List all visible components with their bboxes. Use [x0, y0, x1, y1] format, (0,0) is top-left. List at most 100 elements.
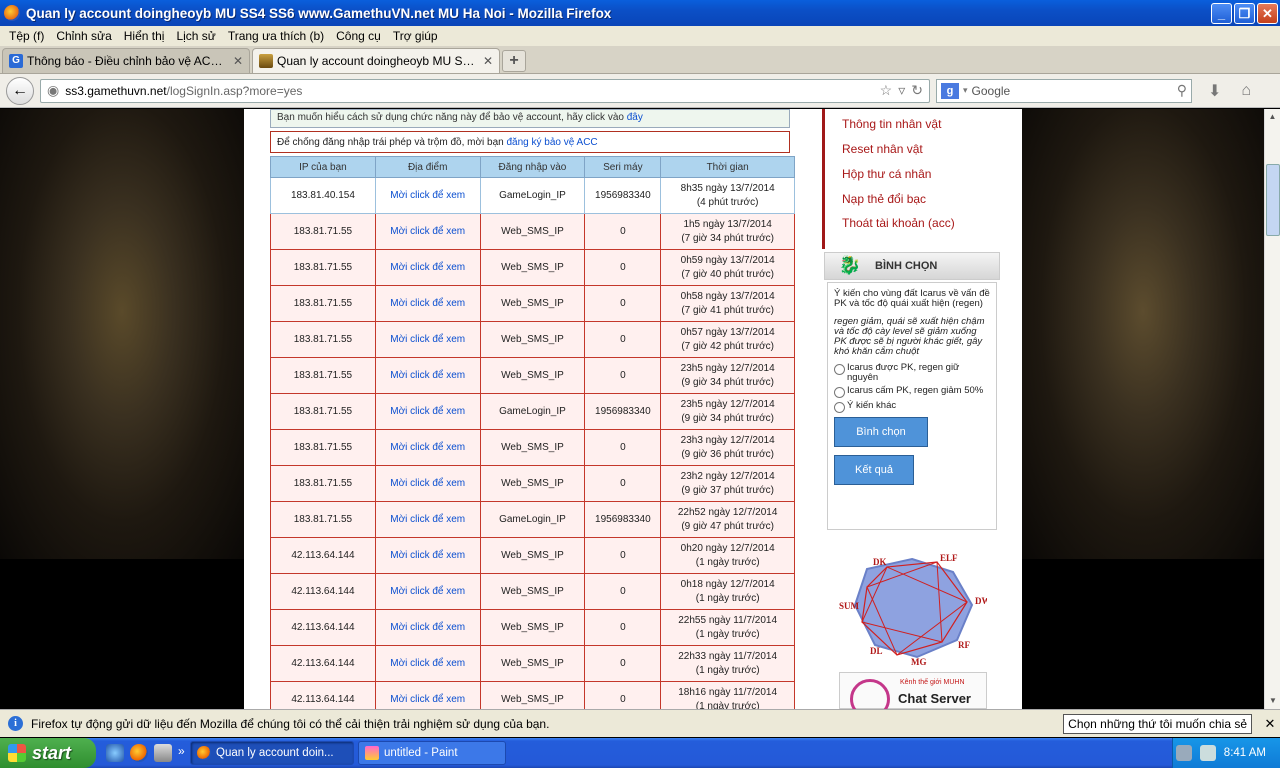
- account-menu: Thông tin nhân vật Reset nhân vật Hộp th…: [822, 109, 1000, 249]
- vertical-scrollbar[interactable]: ▲ ▼: [1264, 109, 1280, 709]
- radio-button[interactable]: [834, 402, 845, 413]
- radio-button[interactable]: [834, 364, 845, 375]
- tray-app-icon[interactable]: [1175, 745, 1192, 761]
- search-icon[interactable]: ⚲: [1177, 82, 1187, 99]
- menu-logout[interactable]: Thoát tài khoản (acc): [842, 216, 955, 230]
- tab-notice[interactable]: G Thông báo - Điều chỉnh bảo vệ ACC (Báo…: [2, 48, 250, 73]
- task-firefox[interactable]: Quan ly account doin...: [190, 741, 354, 765]
- menu-topup[interactable]: Nạp thẻ đổi bạc: [842, 192, 926, 206]
- cell-location-link[interactable]: Mời click để xem: [374, 609, 481, 646]
- cell-location-link[interactable]: Mời click để xem: [374, 393, 481, 430]
- menu-history[interactable]: Lịch sử: [170, 29, 221, 43]
- help-link[interactable]: đây: [627, 112, 643, 123]
- vote-option-3[interactable]: Ý kiến khác: [834, 401, 990, 413]
- vote-submit-button[interactable]: Bình chọn: [834, 417, 928, 447]
- cell-location-link[interactable]: Mời click để xem: [374, 681, 481, 709]
- firefox-quicklaunch-icon[interactable]: [130, 744, 148, 762]
- class-label: DW: [975, 596, 987, 606]
- menu-inbox[interactable]: Hộp thư cá nhân: [842, 167, 931, 181]
- download-icon[interactable]: ⬇: [1208, 81, 1221, 101]
- vote-option-2[interactable]: Icarus cấm PK, regen giảm 50%: [834, 386, 990, 398]
- close-tab-icon[interactable]: ✕: [233, 54, 243, 68]
- cell-location-link[interactable]: Mời click để xem: [374, 285, 481, 322]
- cell-location-link[interactable]: Mời click để xem: [374, 213, 481, 250]
- window-titlebar: Quan ly account doingheoyb MU SS4 SS6 ww…: [0, 0, 1280, 26]
- cell-location-link[interactable]: Mời click để xem: [374, 501, 481, 538]
- cell-serial: 0: [584, 249, 662, 286]
- menu-help[interactable]: Trợ giúp: [387, 29, 444, 43]
- menu-edit[interactable]: Chỉnh sửa: [50, 29, 117, 43]
- app-quicklaunch-icon[interactable]: [154, 744, 172, 762]
- close-tab-icon[interactable]: ✕: [483, 54, 493, 68]
- menu-tools[interactable]: Công cụ: [330, 29, 387, 43]
- radio-button[interactable]: [834, 387, 845, 398]
- minimize-button[interactable]: _: [1211, 3, 1232, 24]
- cell-location-link[interactable]: Mời click để xem: [374, 429, 481, 466]
- login-ago: (9 giờ 37 phút trước): [681, 484, 774, 496]
- search-bar[interactable]: g ▾ Google ⚲: [936, 78, 1192, 103]
- google-engine-icon[interactable]: g: [941, 82, 959, 99]
- cell-location-link[interactable]: Mời click để xem: [374, 249, 481, 286]
- protect-notice-text: Để chống đăng nhập trái phép và trộm đồ,…: [277, 137, 507, 148]
- back-arrow-icon: ←: [12, 81, 28, 99]
- cell-serial: 0: [584, 537, 662, 574]
- task-paint[interactable]: untitled - Paint: [358, 741, 506, 765]
- home-icon[interactable]: ⌂: [1241, 82, 1251, 100]
- new-tab-button[interactable]: +: [502, 50, 526, 72]
- cell-time: 0h58 ngày 13/7/2014 (7 giờ 41 phút trước): [660, 285, 795, 322]
- cell-location-link[interactable]: Mời click để xem: [374, 357, 481, 394]
- menu-view[interactable]: Hiển thị: [118, 29, 171, 43]
- cell-serial: 1956983340: [584, 393, 662, 430]
- url-bar[interactable]: ◉ ss3.gamethuvn.net/logSignIn.asp?more=y…: [40, 78, 930, 103]
- header-time: Thời gian: [660, 156, 795, 178]
- close-window-button[interactable]: ✕: [1257, 3, 1278, 24]
- reload-icon[interactable]: ↻: [911, 82, 923, 99]
- close-notification-icon[interactable]: ✕: [1260, 716, 1280, 732]
- menu-reset-character[interactable]: Reset nhân vật: [842, 142, 923, 156]
- login-time: 22h33 ngày 11/7/2014: [678, 650, 778, 662]
- menu-character-info[interactable]: Thông tin nhân vật: [842, 117, 941, 131]
- maximize-button[interactable]: ❐: [1234, 3, 1255, 24]
- choose-share-button[interactable]: Chọn những thứ tôi muốn chia sẻ: [1063, 713, 1252, 734]
- back-button[interactable]: ←: [6, 76, 34, 105]
- chat-bubble-icon: [850, 679, 890, 709]
- dropdown-arrow-icon[interactable]: ▿: [898, 82, 905, 99]
- tab-account[interactable]: Quan ly account doingheoyb MU SS4 SS6...…: [252, 48, 500, 73]
- chat-server-banner[interactable]: Kênh thế giới MUHN Chat Server: [839, 672, 987, 709]
- ie-icon[interactable]: [106, 744, 124, 762]
- scroll-down-icon[interactable]: ▼: [1265, 693, 1280, 709]
- table-row: 183.81.71.55 Mời click để xem Web_SMS_IP 0 2…: [270, 357, 795, 394]
- vote-result-button[interactable]: Kết quả: [834, 455, 914, 485]
- menu-bookmarks[interactable]: Trang ưa thích (b): [222, 29, 330, 43]
- vote-option-1[interactable]: Icarus được PK, regen giữ nguyên: [834, 363, 990, 383]
- cell-location-link[interactable]: Mời click để xem: [374, 465, 481, 502]
- login-ago: (1 ngày trước): [695, 664, 760, 676]
- firefox-icon: [4, 5, 20, 21]
- tab-label: Quan ly account doingheoyb MU SS4 SS6...: [277, 54, 479, 68]
- login-ago: (9 giờ 47 phút trước): [681, 520, 774, 532]
- vote-option-label: Icarus được PK, regen giữ nguyên: [847, 362, 960, 383]
- cell-location-link[interactable]: Mời click để xem: [374, 321, 481, 358]
- scroll-up-icon[interactable]: ▲: [1265, 109, 1280, 125]
- bookmark-star-icon[interactable]: ☆: [880, 82, 893, 99]
- table-row: 42.113.64.144 Mời click để xem Web_SMS_IP 0…: [270, 573, 795, 610]
- chat-subtitle: Kênh thế giới MUHN: [900, 679, 965, 686]
- cell-location-link[interactable]: Mời click để xem: [374, 573, 481, 610]
- cell-location-link[interactable]: Mời click để xem: [374, 177, 481, 214]
- quicklaunch-more-icon[interactable]: »: [178, 744, 185, 762]
- engine-dropdown-icon[interactable]: ▾: [963, 85, 968, 96]
- cell-location-link[interactable]: Mời click để xem: [374, 537, 481, 574]
- register-protection-link[interactable]: đăng ký bảo vệ ACC: [506, 137, 597, 148]
- menu-file[interactable]: Tệp (f): [3, 29, 50, 43]
- vote-question: Ý kiến cho vùng đất Icarus về vấn đề PK …: [834, 288, 990, 309]
- volume-icon[interactable]: [1199, 745, 1216, 761]
- taskbar: start » Quan ly account doin... untitled…: [0, 738, 1280, 768]
- scroll-thumb[interactable]: [1266, 164, 1280, 236]
- start-button[interactable]: start: [0, 738, 96, 768]
- cell-time: 8h35 ngày 13/7/2014 (4 phút trước): [660, 177, 795, 214]
- cell-serial: 1956983340: [584, 501, 662, 538]
- chat-title: Chat Server: [898, 691, 971, 706]
- gamethuvn-favicon-icon: G: [9, 54, 23, 68]
- cell-location-link[interactable]: Mời click để xem: [374, 645, 481, 682]
- search-input[interactable]: Google: [972, 84, 1173, 98]
